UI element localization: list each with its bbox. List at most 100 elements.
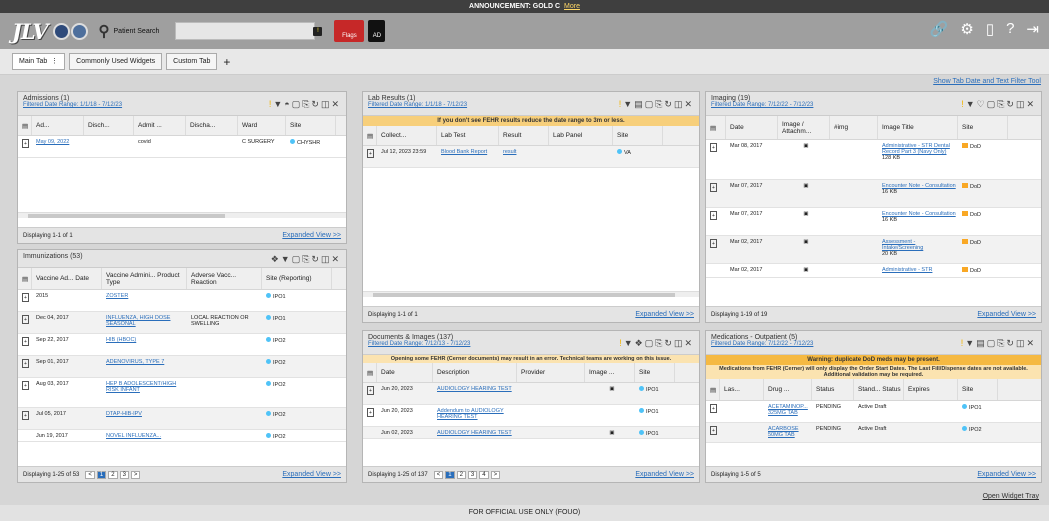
col-header[interactable]: Site — [958, 116, 1008, 139]
page-button[interactable]: 2 — [108, 470, 118, 479]
expanded-view-link[interactable]: Expanded View >> — [977, 311, 1036, 318]
col-header[interactable]: Result — [499, 126, 549, 145]
camera-icon[interactable]: ▣ — [778, 183, 830, 189]
tab-main[interactable]: Main Tab ⋮ — [12, 53, 66, 70]
search-icon[interactable]: ⚲ — [99, 22, 110, 40]
expanded-view-link[interactable]: Expanded View >> — [635, 471, 694, 478]
col-header[interactable]: Admit ... — [134, 116, 186, 135]
expanded-view-link[interactable]: Expanded View >> — [635, 311, 694, 318]
add-tab-icon[interactable]: + — [223, 55, 230, 69]
announcement-more-link[interactable]: More — [564, 3, 580, 10]
document-icon[interactable]: + — [367, 149, 374, 158]
col-header[interactable]: Site — [635, 363, 675, 382]
document-icon[interactable]: + — [22, 315, 29, 324]
expanded-view-link[interactable]: Expanded View >> — [282, 232, 341, 239]
col-header[interactable]: Status — [812, 379, 854, 400]
col-header[interactable]: Adverse Vacc... Reaction — [187, 268, 262, 289]
col-header[interactable]: Vaccine Admini... Product Type — [102, 268, 187, 289]
cell[interactable]: Administrative - STR — [878, 267, 958, 273]
document-icon[interactable]: + — [710, 183, 717, 192]
document-icon[interactable]: + — [22, 293, 29, 302]
camera-icon[interactable]: ▣ — [585, 386, 635, 392]
col-header[interactable]: Expires — [904, 379, 958, 400]
document-icon[interactable]: + — [710, 426, 717, 435]
pagination[interactable]: <1 2 3 4 > — [433, 470, 501, 479]
page-button[interactable]: 4 — [479, 470, 489, 479]
page-button[interactable]: 2 — [456, 470, 466, 479]
cell[interactable]: AUDIOLOGY HEARING TEST — [433, 430, 517, 436]
col-header[interactable]: Image / Attachm... — [778, 116, 830, 139]
document-icon[interactable]: + — [22, 411, 29, 420]
camera-icon[interactable]: ▣ — [778, 143, 830, 149]
expanded-view-link[interactable]: Expanded View >> — [282, 471, 341, 478]
col-header[interactable]: Site — [958, 379, 998, 400]
cell[interactable]: NOVEL INFLUENZA... — [102, 433, 187, 439]
help-icon[interactable]: ? — [1006, 20, 1014, 38]
page-button[interactable]: 3 — [467, 470, 478, 479]
report-icon[interactable]: ▯ — [986, 20, 994, 38]
col-header[interactable]: Vaccine Ad... Date — [32, 268, 102, 289]
page-button[interactable]: 1 — [96, 470, 107, 479]
open-widget-tray-link[interactable]: Open Widget Tray — [983, 493, 1039, 500]
cell[interactable]: ACARBOSE 50MG TAB — [764, 426, 812, 438]
logout-icon[interactable]: ⇥ — [1026, 20, 1039, 38]
col-header[interactable]: Site (Reporting) — [262, 268, 332, 289]
widget-toolbar[interactable]: ❖▼▢⎘↻◫✕ — [271, 254, 341, 265]
document-icon[interactable]: + — [22, 337, 29, 346]
document-icon[interactable]: + — [22, 359, 29, 368]
col-header[interactable]: Las... — [720, 379, 764, 400]
camera-icon[interactable]: ▣ — [778, 211, 830, 217]
camera-icon[interactable]: ▣ — [585, 430, 635, 436]
col-header[interactable]: Provider — [517, 363, 585, 382]
pagination[interactable]: <1 2 3 > — [85, 470, 141, 479]
document-icon[interactable]: + — [367, 386, 374, 395]
widget-toolbar[interactable]: !▼▤▢⎘↻◫✕ — [961, 338, 1036, 349]
widget-toolbar[interactable]: !▼▤▢⎘↻◫✕ — [619, 99, 694, 110]
document-icon[interactable]: + — [367, 408, 374, 417]
col-header[interactable]: Stand... Status — [854, 379, 904, 400]
col-header[interactable]: Description — [433, 363, 517, 382]
cell[interactable]: HEP B ADOLESCENT/HIGH RISK INFANT — [102, 381, 187, 393]
cell[interactable]: ZOSTER — [102, 293, 187, 299]
col-header[interactable]: Discha... — [186, 116, 238, 135]
cell[interactable]: INFLUENZA, HIGH DOSE SEASONAL — [102, 315, 187, 327]
document-icon[interactable]: + — [710, 239, 717, 248]
widget-toolbar[interactable]: !▼♡▢⎘↻◫✕ — [961, 99, 1036, 110]
show-tab-date-link[interactable]: Show Tab Date and Text Filter Tool — [933, 78, 1041, 85]
table-row[interactable]: + May 09, 2022 covid C SURGERY CHYSHR — [18, 136, 346, 158]
tab-custom[interactable]: Custom Tab — [166, 53, 218, 70]
cell[interactable]: DTAP-HIB-IPV — [102, 411, 187, 417]
col-header[interactable]: Image ... — [585, 363, 635, 382]
page-button[interactable]: 1 — [445, 470, 455, 479]
col-header[interactable]: Date — [377, 363, 433, 382]
widget-toolbar[interactable]: !▼❖▢⎘↻◫✕ — [619, 338, 694, 349]
gear-icon[interactable]: ⚙ — [960, 20, 973, 38]
patient-search-button[interactable]: Patient Search — [114, 28, 160, 35]
horizontal-scrollbar[interactable] — [18, 212, 346, 218]
table-row[interactable]: + Jul 12, 2023 23:59 Blood Bank Report r… — [363, 146, 699, 168]
col-header[interactable]: Collect... — [377, 126, 437, 145]
camera-icon[interactable]: ▣ — [778, 239, 830, 245]
col-header[interactable]: Site — [613, 126, 663, 145]
document-icon[interactable]: + — [710, 143, 717, 152]
tab-commonly-used[interactable]: Commonly Used Widgets — [69, 53, 163, 70]
cell[interactable]: ACETAMINOP... 325MG TAB — [764, 404, 812, 416]
col-header[interactable]: Ad... — [32, 116, 84, 135]
cell[interactable]: Assessment - Intake/Screening — [882, 239, 923, 251]
flags-button[interactable]: Flags — [334, 20, 365, 42]
page-button[interactable]: 3 — [119, 470, 129, 479]
ad-button[interactable]: AD — [368, 20, 386, 42]
link-icon[interactable]: 🔗 — [930, 20, 949, 38]
horizontal-scrollbar[interactable] — [363, 291, 699, 297]
col-header[interactable]: Disch... — [84, 116, 134, 135]
cell[interactable]: result — [499, 149, 549, 155]
cell[interactable]: AUDIOLOGY HEARING TEST — [433, 386, 517, 392]
col-header[interactable]: Lab Panel — [549, 126, 613, 145]
document-icon[interactable]: + — [22, 139, 29, 148]
widget-toolbar[interactable]: !▼◓▢⎘↻◫✕ — [269, 99, 341, 110]
col-header[interactable]: Drug ... — [764, 379, 812, 400]
camera-icon[interactable]: ▣ — [778, 267, 830, 273]
col-header[interactable]: Date — [726, 116, 778, 139]
document-icon[interactable]: + — [710, 404, 717, 413]
col-header[interactable]: Lab Test — [437, 126, 499, 145]
